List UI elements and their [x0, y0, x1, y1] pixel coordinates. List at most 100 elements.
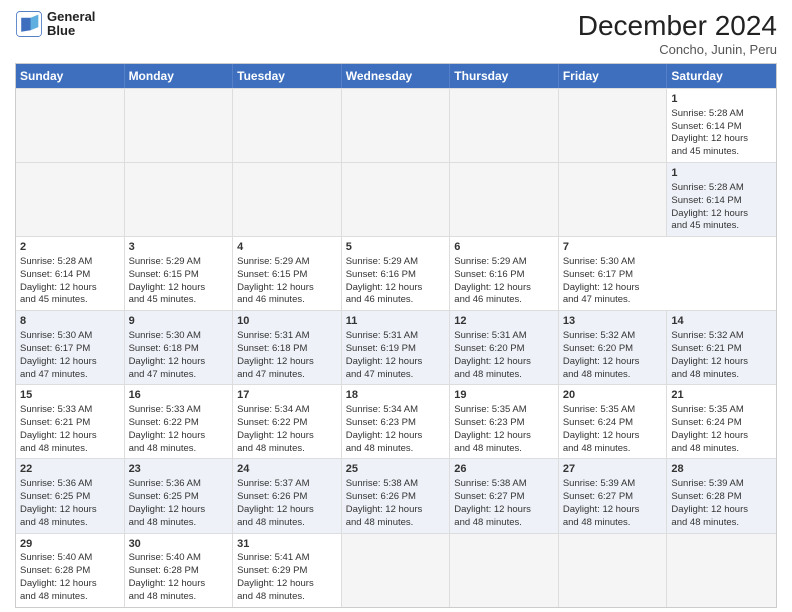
- calendar-header: SundayMondayTuesdayWednesdayThursdayFrid…: [16, 64, 776, 88]
- day-number: 26: [454, 462, 554, 477]
- table-row: [559, 534, 668, 607]
- table-row: 14Sunrise: 5:32 AMSunset: 6:21 PMDayligh…: [667, 311, 776, 384]
- table-row: 8Sunrise: 5:30 AMSunset: 6:17 PMDaylight…: [16, 311, 125, 384]
- table-row: 4Sunrise: 5:29 AMSunset: 6:15 PMDaylight…: [233, 237, 342, 310]
- table-row: 30Sunrise: 5:40 AMSunset: 6:28 PMDayligh…: [125, 534, 234, 607]
- calendar-row: 1Sunrise: 5:28 AMSunset: 6:14 PMDaylight…: [16, 88, 776, 162]
- day-number: 13: [563, 314, 663, 329]
- calendar-row: 8Sunrise: 5:30 AMSunset: 6:17 PMDaylight…: [16, 310, 776, 384]
- calendar-row: 29Sunrise: 5:40 AMSunset: 6:28 PMDayligh…: [16, 533, 776, 607]
- header-day: Thursday: [450, 64, 559, 88]
- calendar-row: 22Sunrise: 5:36 AMSunset: 6:25 PMDayligh…: [16, 458, 776, 532]
- calendar: SundayMondayTuesdayWednesdayThursdayFrid…: [15, 63, 777, 608]
- day-number: 28: [671, 462, 772, 477]
- table-row: 21Sunrise: 5:35 AMSunset: 6:24 PMDayligh…: [667, 385, 776, 458]
- logo-text: General Blue: [47, 10, 95, 39]
- logo-line1: General: [47, 10, 95, 24]
- table-row: 13Sunrise: 5:32 AMSunset: 6:20 PMDayligh…: [559, 311, 668, 384]
- table-row: 6Sunrise: 5:29 AMSunset: 6:16 PMDaylight…: [450, 237, 559, 310]
- day-number: 2: [20, 240, 120, 255]
- header-day: Wednesday: [342, 64, 451, 88]
- day-number: 11: [346, 314, 446, 329]
- day-number: 20: [563, 388, 663, 403]
- calendar-row: 1Sunrise: 5:28 AMSunset: 6:14 PMDaylight…: [16, 162, 776, 236]
- header-day: Monday: [125, 64, 234, 88]
- table-row: [559, 89, 668, 162]
- day-number: 9: [129, 314, 229, 329]
- table-row: 22Sunrise: 5:36 AMSunset: 6:25 PMDayligh…: [16, 459, 125, 532]
- title-area: December 2024 Concho, Junin, Peru: [578, 10, 777, 57]
- calendar-body: 1Sunrise: 5:28 AMSunset: 6:14 PMDaylight…: [16, 88, 776, 607]
- table-row: [342, 89, 451, 162]
- table-row: 1Sunrise: 5:28 AMSunset: 6:14 PMDaylight…: [667, 163, 776, 236]
- table-row: 16Sunrise: 5:33 AMSunset: 6:22 PMDayligh…: [125, 385, 234, 458]
- table-row: [450, 89, 559, 162]
- day-number: 30: [129, 537, 229, 552]
- day-number: 3: [129, 240, 229, 255]
- day-number: 14: [671, 314, 772, 329]
- logo-line2: Blue: [47, 24, 95, 38]
- table-row: [667, 534, 776, 607]
- logo: General Blue: [15, 10, 95, 39]
- location: Concho, Junin, Peru: [578, 42, 777, 57]
- table-row: [16, 163, 125, 236]
- header-day: Sunday: [16, 64, 125, 88]
- day-number: 31: [237, 537, 337, 552]
- table-row: [450, 534, 559, 607]
- table-row: [233, 163, 342, 236]
- table-row: 29Sunrise: 5:40 AMSunset: 6:28 PMDayligh…: [16, 534, 125, 607]
- table-row: 18Sunrise: 5:34 AMSunset: 6:23 PMDayligh…: [342, 385, 451, 458]
- day-number: 5: [346, 240, 446, 255]
- calendar-row: 15Sunrise: 5:33 AMSunset: 6:21 PMDayligh…: [16, 384, 776, 458]
- table-row: [16, 89, 125, 162]
- table-row: [125, 163, 234, 236]
- day-number: 29: [20, 537, 120, 552]
- table-row: 3Sunrise: 5:29 AMSunset: 6:15 PMDaylight…: [125, 237, 234, 310]
- table-row: 17Sunrise: 5:34 AMSunset: 6:22 PMDayligh…: [233, 385, 342, 458]
- day-number: 8: [20, 314, 120, 329]
- day-number: 16: [129, 388, 229, 403]
- table-row: 5Sunrise: 5:29 AMSunset: 6:16 PMDaylight…: [342, 237, 451, 310]
- logo-icon: [15, 10, 43, 38]
- table-row: 27Sunrise: 5:39 AMSunset: 6:27 PMDayligh…: [559, 459, 668, 532]
- day-number: 4: [237, 240, 337, 255]
- day-number: 17: [237, 388, 337, 403]
- day-number: 1: [671, 92, 772, 107]
- table-row: [342, 534, 451, 607]
- day-number: 12: [454, 314, 554, 329]
- table-row: 11Sunrise: 5:31 AMSunset: 6:19 PMDayligh…: [342, 311, 451, 384]
- table-row: 26Sunrise: 5:38 AMSunset: 6:27 PMDayligh…: [450, 459, 559, 532]
- header-day: Friday: [559, 64, 668, 88]
- day-number: 18: [346, 388, 446, 403]
- day-number: 10: [237, 314, 337, 329]
- day-number: 19: [454, 388, 554, 403]
- table-row: [450, 163, 559, 236]
- table-row: 25Sunrise: 5:38 AMSunset: 6:26 PMDayligh…: [342, 459, 451, 532]
- header-day: Tuesday: [233, 64, 342, 88]
- table-row: [233, 89, 342, 162]
- table-row: 19Sunrise: 5:35 AMSunset: 6:23 PMDayligh…: [450, 385, 559, 458]
- table-row: [342, 163, 451, 236]
- table-row: 24Sunrise: 5:37 AMSunset: 6:26 PMDayligh…: [233, 459, 342, 532]
- month-title: December 2024: [578, 10, 777, 42]
- table-row: 20Sunrise: 5:35 AMSunset: 6:24 PMDayligh…: [559, 385, 668, 458]
- day-number: 7: [563, 240, 664, 255]
- calendar-row: 2Sunrise: 5:28 AMSunset: 6:14 PMDaylight…: [16, 236, 776, 310]
- day-number: 22: [20, 462, 120, 477]
- header: General Blue December 2024 Concho, Junin…: [15, 10, 777, 57]
- table-row: 31Sunrise: 5:41 AMSunset: 6:29 PMDayligh…: [233, 534, 342, 607]
- table-row: 28Sunrise: 5:39 AMSunset: 6:28 PMDayligh…: [667, 459, 776, 532]
- table-row: 15Sunrise: 5:33 AMSunset: 6:21 PMDayligh…: [16, 385, 125, 458]
- day-number: 24: [237, 462, 337, 477]
- day-number: 25: [346, 462, 446, 477]
- day-number: 27: [563, 462, 663, 477]
- table-row: 12Sunrise: 5:31 AMSunset: 6:20 PMDayligh…: [450, 311, 559, 384]
- page: General Blue December 2024 Concho, Junin…: [0, 0, 792, 612]
- table-row: 10Sunrise: 5:31 AMSunset: 6:18 PMDayligh…: [233, 311, 342, 384]
- table-row: 7Sunrise: 5:30 AMSunset: 6:17 PMDaylight…: [559, 237, 668, 310]
- day-number: 23: [129, 462, 229, 477]
- table-row: [559, 163, 668, 236]
- table-row: [125, 89, 234, 162]
- table-row: 2Sunrise: 5:28 AMSunset: 6:14 PMDaylight…: [16, 237, 125, 310]
- day-number: 15: [20, 388, 120, 403]
